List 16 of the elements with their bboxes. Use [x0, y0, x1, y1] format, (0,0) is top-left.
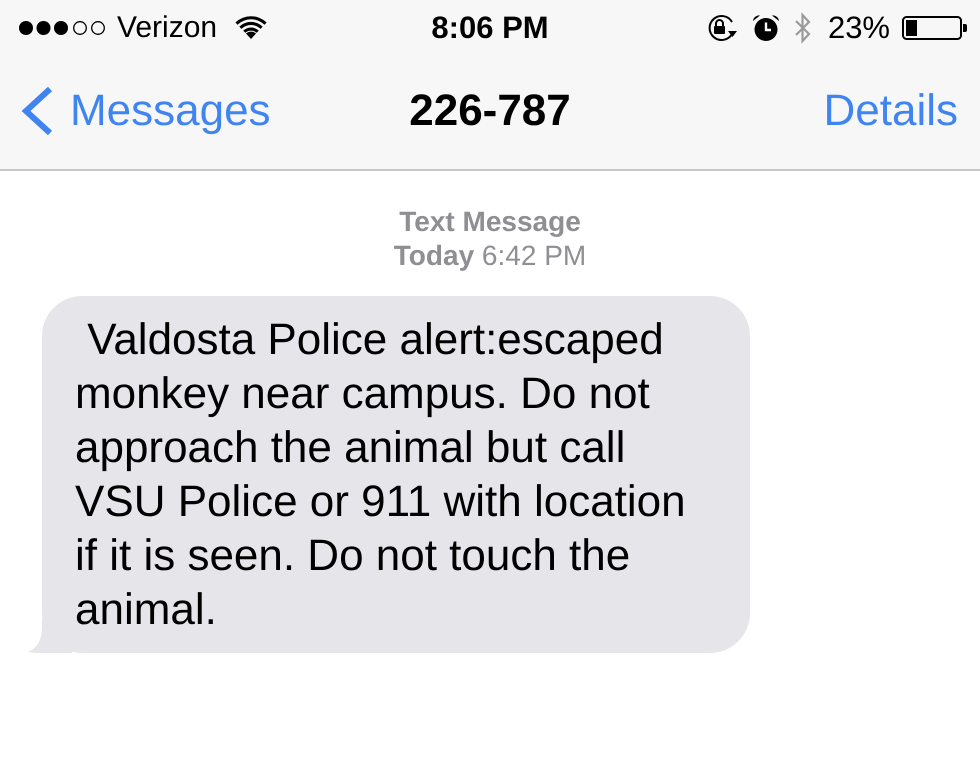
back-button[interactable]: Messages — [20, 85, 271, 137]
carrier-name: Verizon — [117, 10, 218, 46]
clock-time: 8:06 PM — [431, 10, 549, 46]
wifi-icon — [235, 16, 268, 39]
bluetooth-icon — [794, 12, 812, 44]
conversation-title: 226-787 — [409, 85, 571, 137]
alarm-clock-icon — [752, 14, 780, 42]
signal-dots-icon — [18, 20, 106, 36]
details-button[interactable]: Details — [824, 85, 958, 137]
battery-icon — [902, 16, 968, 40]
message-type-label: Text Message — [399, 205, 581, 239]
message-timestamp: Today 6:42 PM — [394, 239, 586, 273]
chevron-left-icon — [20, 86, 54, 136]
message-text: Valdosta Police alert:escaped monkey near campus. Do not approach the animal but call VSU Police or 911 with location if it is seen. Do not touch the animal. — [75, 314, 687, 636]
battery-percentage: 23% — [828, 10, 890, 46]
rotation-lock-icon — [706, 14, 738, 42]
